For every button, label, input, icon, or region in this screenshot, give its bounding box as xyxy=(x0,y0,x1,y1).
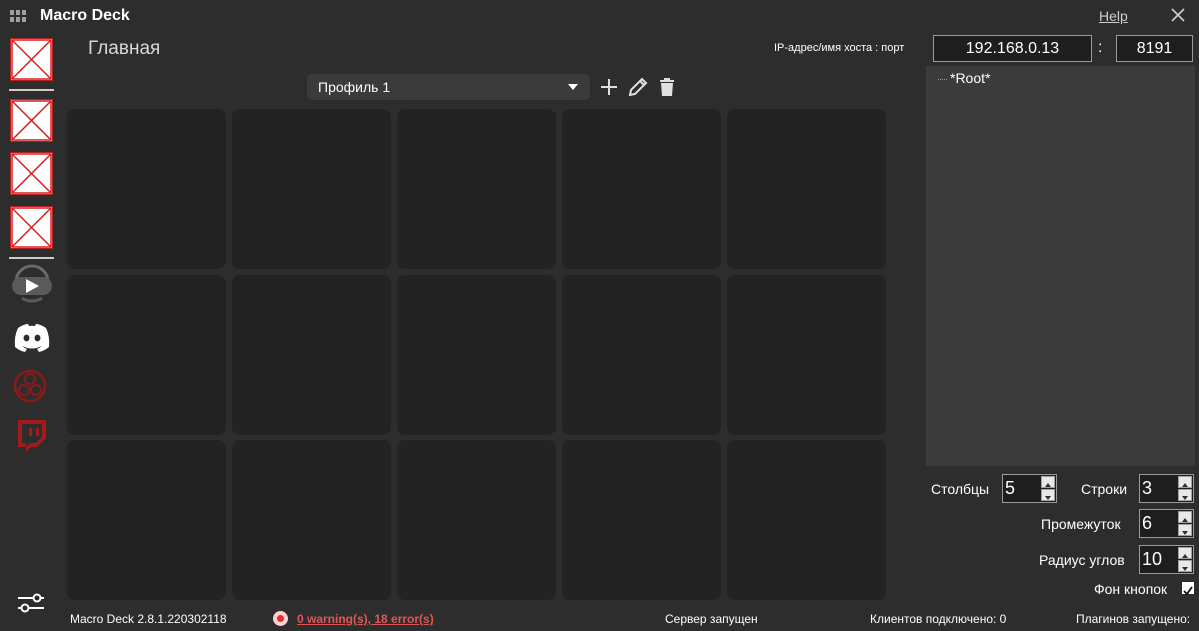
host-port-separator: : xyxy=(1098,39,1103,56)
button-background-label: Фон кнопок xyxy=(1094,581,1168,597)
action-button-slot[interactable] xyxy=(232,275,391,435)
stepper-down-button[interactable] xyxy=(1041,489,1055,501)
stepper-up-button[interactable] xyxy=(1178,547,1192,559)
corner-radius-label: Радиус углов xyxy=(1039,552,1125,568)
button-grid xyxy=(67,109,887,600)
corner-radius-stepper[interactable]: 10 xyxy=(1139,545,1194,574)
page-title: Главная xyxy=(88,38,161,59)
action-button-slot[interactable] xyxy=(397,109,556,269)
broken-image-icon xyxy=(10,38,53,81)
play-icon xyxy=(12,264,52,303)
action-button-slot[interactable] xyxy=(562,440,721,600)
app-grid-icon xyxy=(10,10,28,23)
broken-image-icon xyxy=(10,152,53,195)
action-button-slot[interactable] xyxy=(232,440,391,600)
discord-icon xyxy=(14,324,50,352)
host-port-label: IP-адрес/имя хоста : порт xyxy=(774,42,905,54)
columns-label: Столбцы xyxy=(931,481,990,497)
stepper-up-button[interactable] xyxy=(1178,511,1192,523)
profile-select[interactable]: Профиль 1 xyxy=(307,74,590,100)
rows-stepper[interactable]: 3 xyxy=(1139,474,1194,503)
tree-connector xyxy=(938,79,947,80)
arrow-down-icon xyxy=(1182,567,1188,571)
stepper-down-button[interactable] xyxy=(1178,524,1192,536)
sidebar-separator xyxy=(9,89,54,91)
columns-value: 5 xyxy=(1005,478,1016,498)
action-button-slot[interactable] xyxy=(397,440,556,600)
rows-label: Строки xyxy=(1081,481,1128,497)
corner-radius-value: 10 xyxy=(1142,549,1163,569)
chevron-down-icon xyxy=(568,84,578,90)
close-icon xyxy=(1171,8,1185,22)
arrow-down-icon xyxy=(1182,531,1188,535)
folder-tree: *Root* xyxy=(926,66,1195,466)
stepper-arrows xyxy=(1178,511,1192,536)
sidebar-item-home[interactable] xyxy=(10,38,54,82)
port-field[interactable]: 8191 xyxy=(1116,35,1193,62)
app-title: Macro Deck xyxy=(40,7,130,24)
help-link[interactable]: Help xyxy=(1099,8,1128,24)
action-button-slot[interactable] xyxy=(397,275,556,435)
sidebar-item-2[interactable] xyxy=(10,99,54,143)
action-button-slot[interactable] xyxy=(562,109,721,269)
stepper-down-button[interactable] xyxy=(1178,560,1192,572)
stepper-up-button[interactable] xyxy=(1178,476,1192,488)
plus-icon xyxy=(601,79,617,95)
stepper-arrows xyxy=(1178,547,1192,572)
close-button[interactable] xyxy=(1166,3,1190,27)
action-button-slot[interactable] xyxy=(67,275,226,435)
stepper-down-button[interactable] xyxy=(1178,489,1192,501)
trash-icon xyxy=(660,78,674,96)
delete-profile-button[interactable] xyxy=(656,76,678,98)
profile-select-value: Профиль 1 xyxy=(318,79,391,95)
sidebar-item-obs[interactable] xyxy=(10,366,54,410)
obs-icon xyxy=(13,369,47,403)
action-button-slot[interactable] xyxy=(562,275,721,435)
sidebar-item-4[interactable] xyxy=(10,206,54,250)
ip-address-field[interactable]: 192.168.0.13 xyxy=(933,35,1092,62)
error-icon xyxy=(273,611,288,626)
checkmark-icon xyxy=(1183,586,1193,596)
sidebar-item-stream[interactable] xyxy=(10,264,54,308)
edit-profile-button[interactable] xyxy=(627,76,649,98)
pencil-icon xyxy=(628,77,648,97)
add-profile-button[interactable] xyxy=(598,76,620,98)
errors-link[interactable]: 0 warning(s), 18 error(s) xyxy=(297,612,434,626)
clients-connected: Клиентов подключено: 0 xyxy=(870,612,1007,626)
stepper-arrows xyxy=(1041,476,1055,501)
stepper-up-button[interactable] xyxy=(1041,476,1055,488)
sidebar-item-3[interactable] xyxy=(10,152,54,196)
plugins-running: Плагинов запущено: xyxy=(1076,612,1191,626)
rows-value: 3 xyxy=(1142,478,1153,498)
sidebar-item-twitch[interactable] xyxy=(10,416,54,460)
spacing-label: Промежуток xyxy=(1041,516,1121,532)
spacing-value: 6 xyxy=(1142,513,1153,533)
arrow-down-icon xyxy=(1182,496,1188,500)
action-button-slot[interactable] xyxy=(727,275,886,435)
version-text: Macro Deck 2.8.1.220302118 xyxy=(70,612,227,626)
action-button-slot[interactable] xyxy=(67,440,226,600)
arrow-down-icon xyxy=(1045,496,1051,500)
action-button-slot[interactable] xyxy=(67,109,226,269)
twitch-icon xyxy=(18,420,46,452)
sidebar xyxy=(0,32,62,630)
title-bar: Macro Deck Help xyxy=(0,0,1199,32)
action-button-slot[interactable] xyxy=(727,440,886,600)
sidebar-item-settings[interactable] xyxy=(10,582,54,626)
sidebar-item-discord[interactable] xyxy=(10,316,54,360)
sidebar-separator xyxy=(9,257,54,259)
stepper-arrows xyxy=(1178,476,1192,501)
settings-sliders-icon xyxy=(18,593,44,613)
action-button-slot[interactable] xyxy=(232,109,391,269)
spacing-stepper[interactable]: 6 xyxy=(1139,509,1194,538)
columns-stepper[interactable]: 5 xyxy=(1002,474,1057,503)
broken-image-icon xyxy=(10,99,53,142)
tree-item-root[interactable]: *Root* xyxy=(950,70,990,86)
button-background-checkbox[interactable] xyxy=(1182,582,1194,596)
broken-image-icon xyxy=(10,206,53,249)
action-button-slot[interactable] xyxy=(727,109,886,269)
server-status: Сервер запущен xyxy=(665,612,758,626)
